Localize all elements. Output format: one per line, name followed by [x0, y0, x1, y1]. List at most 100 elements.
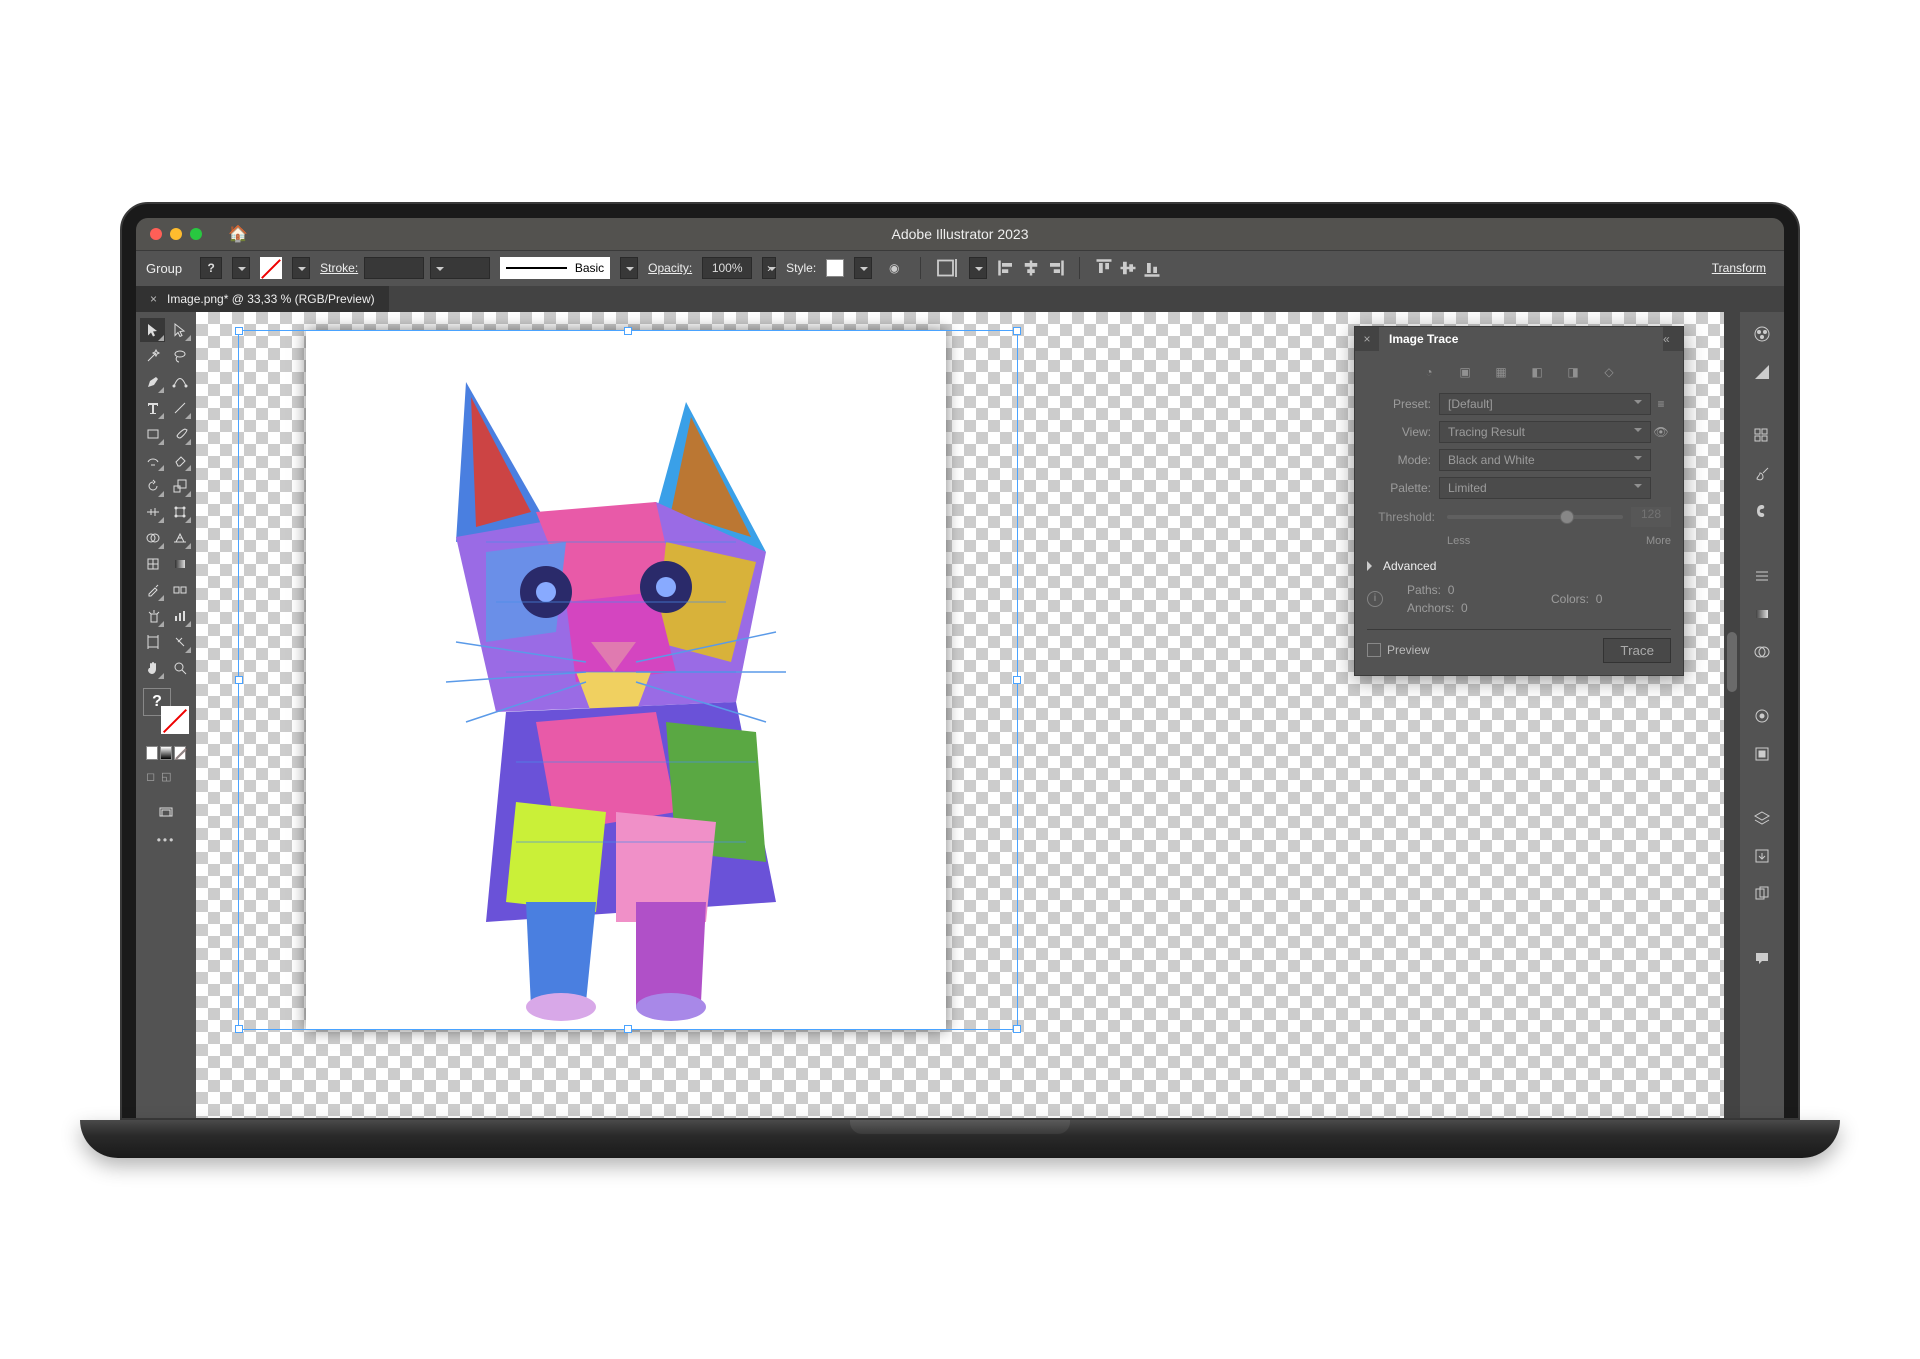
- resize-handle-n[interactable]: [624, 327, 632, 335]
- paintbrush-tool[interactable]: [167, 422, 192, 446]
- preset-auto-icon[interactable]: ◔: [1418, 361, 1440, 383]
- width-tool[interactable]: [140, 500, 165, 524]
- stroke-dropdown[interactable]: [292, 257, 310, 279]
- selection-tool[interactable]: [140, 318, 165, 342]
- blend-tool[interactable]: [167, 578, 192, 602]
- color-mode-gradient[interactable]: [160, 746, 172, 760]
- free-transform-tool[interactable]: [167, 500, 192, 524]
- swatches-panel-icon[interactable]: [1750, 424, 1774, 448]
- preset-select[interactable]: [Default]: [1439, 393, 1651, 415]
- edit-toolbar-button[interactable]: •••: [140, 827, 192, 853]
- align-right-icon[interactable]: [1045, 258, 1065, 278]
- palette-select[interactable]: Limited: [1439, 477, 1651, 499]
- slice-tool[interactable]: [167, 630, 192, 654]
- direct-selection-tool[interactable]: [167, 318, 192, 342]
- preset-gray-icon[interactable]: ◧: [1526, 361, 1548, 383]
- gradient-panel-icon[interactable]: [1750, 602, 1774, 626]
- curvature-tool[interactable]: [167, 370, 192, 394]
- gradient-tool[interactable]: [167, 552, 192, 576]
- eyedropper-tool[interactable]: [140, 578, 165, 602]
- stroke-weight-input[interactable]: [364, 257, 424, 279]
- shape-builder-tool[interactable]: [140, 526, 165, 550]
- brush-dropdown[interactable]: [620, 257, 638, 279]
- selection-bounding-box[interactable]: [238, 330, 1018, 1030]
- draw-behind-icon[interactable]: ◱: [161, 770, 171, 783]
- zoom-tool[interactable]: [167, 656, 192, 680]
- appearance-panel-icon[interactable]: [1750, 704, 1774, 728]
- canvas[interactable]: × Image Trace « ◔ ▣ ▦ ◧ ◨ ◇: [196, 312, 1740, 1118]
- vertical-scrollbar[interactable]: [1724, 312, 1740, 1118]
- color-mode-none[interactable]: [174, 746, 186, 760]
- column-graph-tool[interactable]: [167, 604, 192, 628]
- trace-button[interactable]: Trace: [1603, 638, 1671, 663]
- graphic-styles-panel-icon[interactable]: [1750, 742, 1774, 766]
- asset-export-panel-icon[interactable]: [1750, 844, 1774, 868]
- fill-stroke-indicator[interactable]: ?: [143, 688, 189, 734]
- resize-handle-ne[interactable]: [1013, 327, 1021, 335]
- preset-lowcolor-icon[interactable]: ▦: [1490, 361, 1512, 383]
- mesh-tool[interactable]: [140, 552, 165, 576]
- transform-link[interactable]: Transform: [1712, 261, 1774, 275]
- rotate-tool[interactable]: [140, 474, 165, 498]
- advanced-toggle[interactable]: Advanced: [1367, 555, 1671, 577]
- panel-close-icon[interactable]: ×: [1355, 332, 1379, 346]
- shaper-tool[interactable]: [140, 448, 165, 472]
- resize-handle-se[interactable]: [1013, 1025, 1021, 1033]
- align-vcenter-icon[interactable]: [1118, 258, 1138, 278]
- preset-bw-icon[interactable]: ◨: [1562, 361, 1584, 383]
- threshold-slider[interactable]: [1447, 515, 1623, 519]
- screen-mode-icon[interactable]: [154, 801, 179, 825]
- style-dropdown[interactable]: [854, 257, 872, 279]
- layers-panel-icon[interactable]: [1750, 806, 1774, 830]
- fullscreen-window-icon[interactable]: [190, 228, 202, 240]
- close-window-icon[interactable]: [150, 228, 162, 240]
- stroke-none-swatch[interactable]: [260, 257, 282, 279]
- recolor-artwork-icon[interactable]: ◉: [882, 256, 906, 280]
- resize-handle-s[interactable]: [624, 1025, 632, 1033]
- lasso-tool[interactable]: [167, 344, 192, 368]
- align-to-dropdown[interactable]: [969, 257, 987, 279]
- minimize-window-icon[interactable]: [170, 228, 182, 240]
- resize-handle-w[interactable]: [235, 676, 243, 684]
- preset-outline-icon[interactable]: ◇: [1598, 361, 1620, 383]
- threshold-value[interactable]: 128: [1631, 507, 1671, 527]
- stroke-profile-dropdown[interactable]: [430, 257, 490, 279]
- draw-normal-icon[interactable]: ◻: [146, 770, 155, 783]
- stroke-indicator[interactable]: [161, 706, 189, 734]
- brush-definition[interactable]: Basic: [500, 257, 610, 279]
- info-icon[interactable]: i: [1367, 591, 1383, 607]
- line-segment-tool[interactable]: [167, 396, 192, 420]
- align-bottom-icon[interactable]: [1142, 258, 1162, 278]
- eraser-tool[interactable]: [167, 448, 192, 472]
- fill-color-swatch[interactable]: ?: [200, 257, 222, 279]
- fill-dropdown[interactable]: [232, 257, 250, 279]
- home-icon[interactable]: 🏠: [228, 224, 248, 244]
- artboards-panel-icon[interactable]: [1750, 882, 1774, 906]
- color-panel-icon[interactable]: [1750, 322, 1774, 346]
- opacity-dropdown[interactable]: ›: [762, 257, 776, 279]
- stroke-panel-icon[interactable]: [1750, 564, 1774, 588]
- view-select[interactable]: Tracing Result: [1439, 421, 1651, 443]
- panel-collapse-icon[interactable]: «: [1663, 332, 1683, 346]
- symbols-panel-icon[interactable]: [1750, 500, 1774, 524]
- view-eye-icon[interactable]: 👁: [1651, 425, 1671, 439]
- scale-tool[interactable]: [167, 474, 192, 498]
- align-top-icon[interactable]: [1094, 258, 1114, 278]
- preview-checkbox[interactable]: Preview: [1367, 643, 1430, 658]
- resize-handle-e[interactable]: [1013, 676, 1021, 684]
- color-mode-solid[interactable]: [146, 746, 158, 760]
- comments-panel-icon[interactable]: [1750, 946, 1774, 970]
- resize-handle-nw[interactable]: [235, 327, 243, 335]
- color-guide-panel-icon[interactable]: [1750, 360, 1774, 384]
- brushes-panel-icon[interactable]: [1750, 462, 1774, 486]
- opacity-input[interactable]: 100%: [702, 257, 752, 279]
- rectangle-tool[interactable]: [140, 422, 165, 446]
- align-left-icon[interactable]: [997, 258, 1017, 278]
- resize-handle-sw[interactable]: [235, 1025, 243, 1033]
- transparency-panel-icon[interactable]: [1750, 640, 1774, 664]
- mode-select[interactable]: Black and White: [1439, 449, 1651, 471]
- pen-tool[interactable]: [140, 370, 165, 394]
- graphic-style-swatch[interactable]: [826, 259, 844, 277]
- magic-wand-tool[interactable]: [140, 344, 165, 368]
- preset-menu-icon[interactable]: ≡: [1651, 397, 1671, 411]
